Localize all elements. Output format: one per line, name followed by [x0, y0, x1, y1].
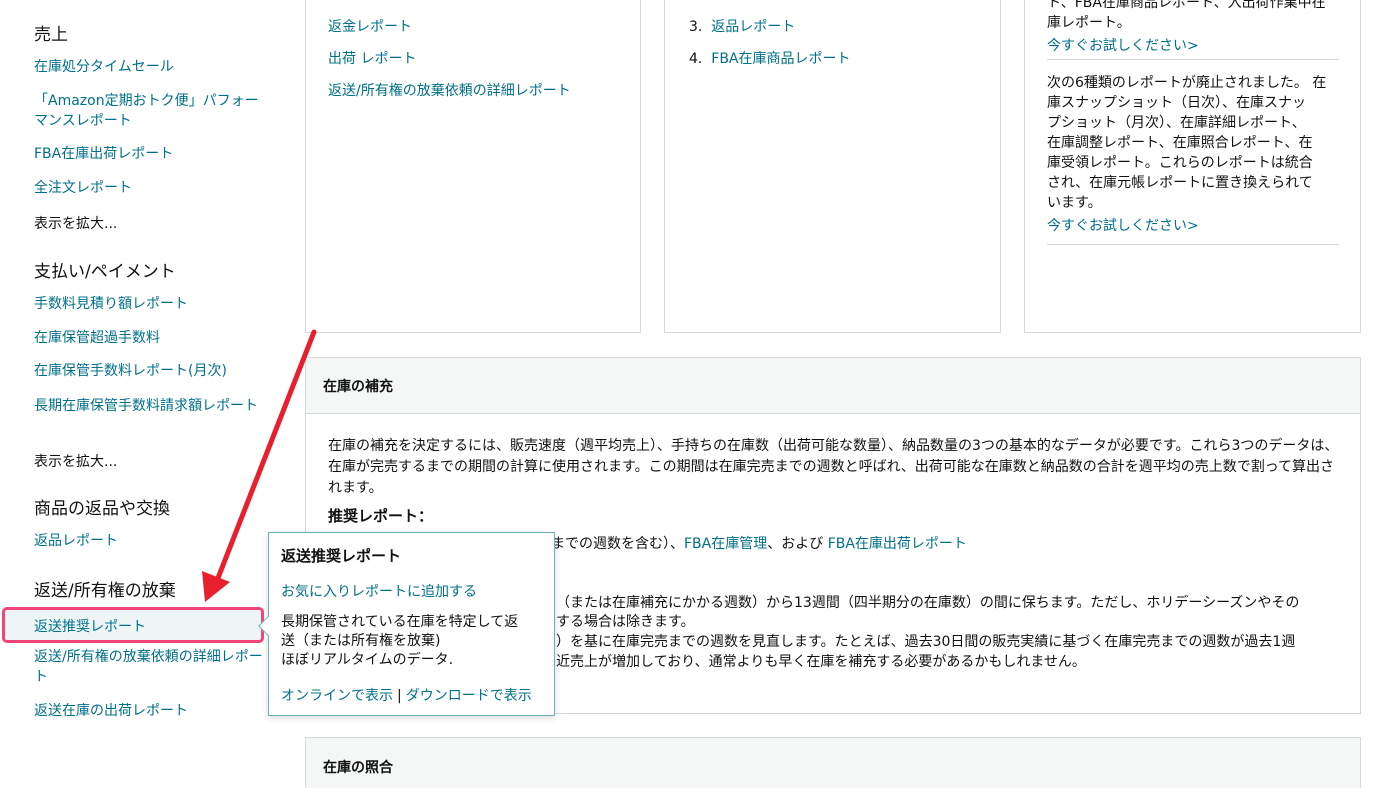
card-link-refund-report[interactable]: 返金レポート: [328, 16, 412, 36]
add-to-favorites-link[interactable]: お気に入りレポートに追加する: [281, 581, 477, 601]
report-card-notice: ト、FBA在庫商品レポート、入出荷作業中在 庫レポート。 今すぐお試しください> …: [1024, 0, 1361, 333]
sidebar-item-label: 返送推奨レポート: [34, 619, 146, 635]
inventory-reconciliation-panel: 在庫の照合: [305, 737, 1361, 788]
guideline-text-1: （または在庫補充にかかる週数）から13週間（四半期分の在庫数）の間に保ちます。た…: [556, 595, 1300, 611]
separator: |: [397, 688, 402, 704]
try-now-link-2[interactable]: 今すぐお試しください>: [1047, 215, 1199, 235]
divider: [1047, 59, 1339, 60]
report-card-returns: 返金レポート 出荷 レポート 返送/所有権の放棄依頼の詳細レポート: [305, 0, 641, 333]
panel-header: 在庫の補充: [306, 358, 1360, 414]
popover-title: 返送推奨レポート: [281, 547, 402, 565]
panel-header: 在庫の照合: [306, 738, 1360, 788]
popover-description: 長期保管されている在庫を特定して返 送（または所有権を放棄) ほぼリアルタイムのデー…: [281, 614, 519, 668]
sidebar-item-removal-recommendation[interactable]: 返送推奨レポート: [2, 607, 264, 643]
card-link-fba-inventory-report[interactable]: 4. FBA在庫商品レポート: [689, 48, 851, 68]
sidebar-link-returns[interactable]: 返品レポート: [34, 531, 264, 551]
report-sidebar: 売上 在庫処分タイムセール 「Amazon定期おトク便」パフォーマンスレポート …: [0, 0, 290, 788]
guideline-text-3: ）を基に在庫完売までの週数を見直します。たとえば、過去30日間の販売実績に基づく…: [556, 634, 1296, 650]
fba-inventory-management-link[interactable]: FBA在庫管理: [684, 536, 767, 552]
recommended-reports-heading: 推奨レポート：: [328, 507, 434, 525]
guideline-text-2: する場合は除きます。: [556, 614, 695, 630]
try-now-link[interactable]: 今すぐお試しください>: [1047, 35, 1199, 55]
popover-actions: オンラインで表示 | ダウンロードで表示: [281, 685, 532, 705]
sidebar-link-storage-fee-monthly[interactable]: 在庫保管手数料レポート(月次): [34, 361, 264, 381]
card-link-removal-order-detail[interactable]: 返送/所有権の放棄依頼の詳細レポート: [328, 80, 571, 100]
sidebar-link-fba-shipment[interactable]: FBA在庫出荷レポート: [34, 144, 264, 164]
card-link-shipment-report[interactable]: 出荷 レポート: [328, 48, 416, 68]
list-item-label: FBA在庫商品レポート: [711, 51, 851, 67]
card-link-returns-report[interactable]: 3. 返品レポート: [689, 16, 795, 36]
report-card-inventory: 3. 返品レポート 4. FBA在庫商品レポート: [664, 0, 1001, 333]
list-item-label: 返品レポート: [711, 19, 796, 35]
sidebar-link-overage-fee[interactable]: 在庫保管超過手数料: [34, 328, 264, 348]
panel-title: 在庫の補充: [323, 379, 393, 395]
sidebar-show-more-payments[interactable]: 表示を拡大...: [34, 451, 117, 471]
sidebar-link-all-orders[interactable]: 全注文レポート: [34, 178, 264, 198]
sidebar-link-removal-shipment[interactable]: 返送在庫の出荷レポート: [34, 701, 264, 721]
list-number: 3.: [689, 19, 703, 35]
panel-title: 在庫の照合: [323, 760, 393, 776]
section-heading-returns: 商品の返品や交換: [34, 499, 170, 519]
download-link[interactable]: ダウンロードで表示: [406, 688, 532, 704]
sidebar-link-fee-preview[interactable]: 手数料見積り額レポート: [34, 294, 264, 314]
deprecated-reports-notice: 次の6種類のレポートが廃止されました。 在庫スナップショット（日次）、在庫スナッ…: [1047, 75, 1327, 211]
section-heading-removal: 返送/所有権の放棄: [34, 581, 176, 601]
sidebar-link-long-term-storage-fee[interactable]: 長期在庫保管手数料請求額レポート: [34, 396, 264, 416]
list-number: 4.: [689, 51, 703, 67]
report-info-popover: 返送推奨レポート お気に入りレポートに追加する 長期保管されている在庫を特定して…: [258, 532, 555, 716]
section-heading-payments: 支払い/ペイメント: [34, 262, 176, 282]
divider: [1047, 244, 1339, 245]
replenishment-intro: 在庫の補充を決定するには、販売速度（週平均売上）、手持ちの在庫数（出荷可能な数量…: [328, 438, 1339, 496]
sidebar-show-more-sales[interactable]: 表示を拡大...: [34, 213, 117, 233]
sidebar-link-removal-order-detail[interactable]: 返送/所有権の放棄依頼の詳細レポート: [34, 647, 264, 687]
section-heading-sales: 売上: [34, 25, 68, 45]
fba-shipment-report-link[interactable]: FBA在庫出荷レポート: [828, 536, 967, 552]
guideline-text-4: 近売上が増加しており、通常よりも早く在庫を補充する必要があるかもしれません。: [556, 654, 1086, 670]
notice-text: ト、FBA在庫商品レポート、入出荷作業中在 庫レポート。: [1047, 0, 1326, 31]
sidebar-link-subscribe-save[interactable]: 「Amazon定期おトク便」パフォーマンスレポート: [34, 91, 264, 131]
recommended-reports-line: までの週数を含む）、FBA在庫管理、および FBA在庫出荷レポート: [551, 536, 967, 552]
sidebar-link-clearance-sale[interactable]: 在庫処分タイムセール: [34, 57, 264, 77]
view-online-link[interactable]: オンラインで表示: [281, 688, 393, 704]
